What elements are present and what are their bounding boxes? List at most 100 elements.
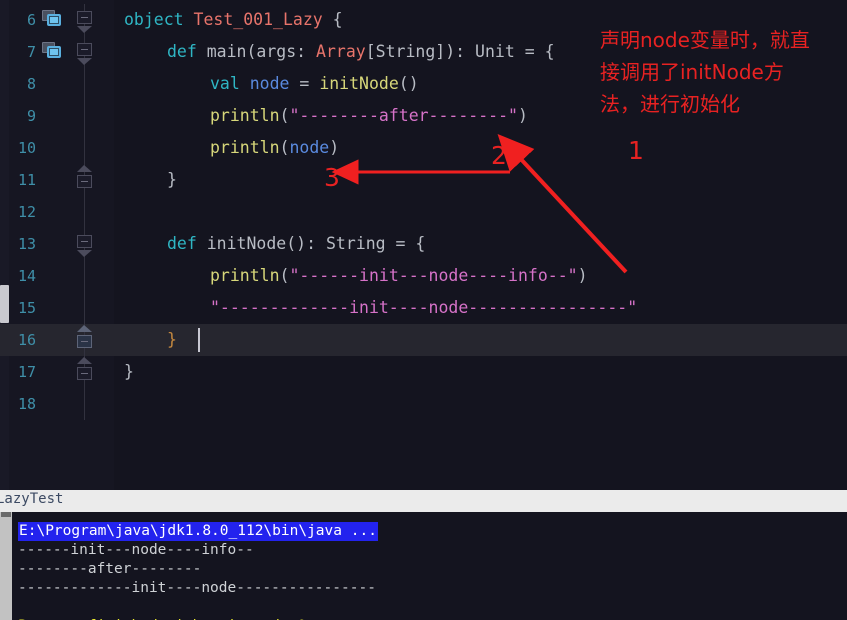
code-line[interactable]: 10 println(node) — [0, 132, 847, 164]
code-token: } — [167, 330, 177, 349]
code-token: "-------------init----node--------------… — [210, 298, 638, 317]
run-tool-window[interactable]: LazyTest E:\Program\java\jdk1.8.0_112\bi… — [0, 490, 847, 620]
code-token: initNode — [206, 234, 287, 253]
run-gutter-icon[interactable] — [42, 10, 62, 30]
code-token: node — [289, 138, 330, 157]
line-number: 12 — [17, 203, 36, 221]
fold-guide-line — [84, 196, 85, 228]
line-number: 18 — [17, 395, 36, 413]
fold-up-icon[interactable] — [77, 325, 92, 348]
text-cursor — [198, 328, 200, 352]
code-token: println — [210, 266, 280, 285]
code-token: { — [322, 10, 343, 29]
code-token: ) — [577, 266, 588, 285]
code-line[interactable]: 11} — [0, 164, 847, 196]
code-text: println("------init---node----info--") — [210, 260, 588, 292]
line-number: 7 — [26, 43, 36, 61]
line-number: 13 — [17, 235, 36, 253]
console-margin-marker — [1, 512, 11, 517]
code-token: (args: — [246, 42, 317, 61]
code-line[interactable]: 15 "-------------init----node------------… — [0, 292, 847, 324]
code-token: ( — [279, 106, 290, 125]
code-token: Unit — [475, 42, 515, 61]
code-text: def main(args: Array[String]): Unit = { — [167, 36, 555, 68]
console-line: E:\Program\java\jdk1.8.0_112\bin\java ..… — [18, 522, 378, 541]
code-token: object — [124, 10, 194, 29]
code-text: val node = initNode() — [210, 68, 419, 100]
fold-guide-line — [84, 260, 85, 292]
code-text: } — [167, 164, 177, 196]
code-token: } — [167, 170, 177, 189]
annotation-note-line: 接调用了initNode方 — [600, 60, 784, 84]
code-token: ) — [329, 138, 340, 157]
annotation-note-line: 法，进行初始化 — [600, 92, 740, 116]
annotation-marker-1: 1 — [628, 136, 644, 165]
code-token: def — [167, 234, 207, 253]
code-token: } — [124, 362, 134, 381]
code-token: = { — [514, 42, 555, 61]
code-token: main — [206, 42, 247, 61]
code-line[interactable]: 12 — [0, 196, 847, 228]
fold-guide-line — [84, 388, 85, 420]
code-token: initNode — [319, 74, 399, 93]
fold-guide-line — [84, 132, 85, 164]
fold-down-icon[interactable] — [77, 43, 92, 65]
console-line: ------init---node----info-- — [18, 542, 254, 558]
code-text: object Test_001_Lazy { — [124, 4, 343, 36]
fold-down-icon[interactable] — [77, 235, 92, 257]
console-output[interactable]: E:\Program\java\jdk1.8.0_112\bin\java ..… — [0, 512, 847, 620]
code-token: () — [398, 74, 419, 93]
console-left-margin — [0, 512, 12, 620]
console-line: -------------init----node---------------… — [18, 580, 376, 596]
code-text: } — [167, 324, 177, 356]
annotation-marker-3: 3 — [324, 163, 340, 192]
code-token: ]): — [435, 42, 476, 61]
fold-down-icon[interactable] — [77, 11, 92, 33]
code-token: Test_001_Lazy — [193, 10, 323, 29]
code-token: println — [210, 138, 280, 157]
code-token: val — [210, 74, 250, 93]
code-token: "--------after--------" — [289, 106, 518, 125]
code-token: println — [210, 106, 280, 125]
code-token: (): — [286, 234, 326, 253]
code-line[interactable]: 18 — [0, 388, 847, 420]
annotation-note-line: 声明node变量时，就直 — [600, 28, 810, 52]
code-text: println("--------after--------") — [210, 100, 528, 132]
line-number: 16 — [17, 331, 36, 349]
line-number: 11 — [17, 171, 36, 189]
console-line: --------after-------- — [18, 561, 202, 577]
line-number: 10 — [17, 139, 36, 157]
fold-up-icon[interactable] — [77, 165, 92, 188]
code-line[interactable]: 14 println("------init---node----info--") — [0, 260, 847, 292]
code-token: String — [325, 234, 386, 253]
line-number: 17 — [17, 363, 36, 381]
line-number: 15 — [17, 299, 36, 317]
run-configuration-tab[interactable]: LazyTest — [0, 490, 847, 512]
code-line[interactable]: 16} — [0, 324, 847, 356]
code-token: ( — [279, 266, 290, 285]
annotation-marker-2: 2 — [491, 141, 507, 170]
code-token: = { — [385, 234, 426, 253]
code-text: } — [124, 356, 134, 388]
fold-guide-line — [84, 68, 85, 100]
run-gutter-icon[interactable] — [42, 42, 62, 62]
code-text: println(node) — [210, 132, 339, 164]
code-token: node — [249, 74, 290, 93]
code-token: [ — [365, 42, 376, 61]
code-token: ( — [279, 138, 290, 157]
code-token: Array — [316, 42, 366, 61]
line-number: 9 — [26, 107, 36, 125]
code-editor[interactable]: 6 object Test_001_Lazy {7 def main(args: A… — [0, 0, 847, 490]
code-text: def initNode(): String = { — [167, 228, 425, 260]
code-line[interactable]: 17} — [0, 356, 847, 388]
code-text: "-------------init----node--------------… — [210, 292, 637, 324]
code-token: def — [167, 42, 207, 61]
line-number: 14 — [17, 267, 36, 285]
line-number: 6 — [26, 11, 36, 29]
fold-up-icon[interactable] — [77, 357, 92, 380]
code-token: = — [289, 74, 320, 93]
code-token: ) — [517, 106, 528, 125]
code-line[interactable]: 13 def initNode(): String = { — [0, 228, 847, 260]
fold-guide-line — [84, 100, 85, 132]
code-token: "------init---node----info--" — [289, 266, 578, 285]
